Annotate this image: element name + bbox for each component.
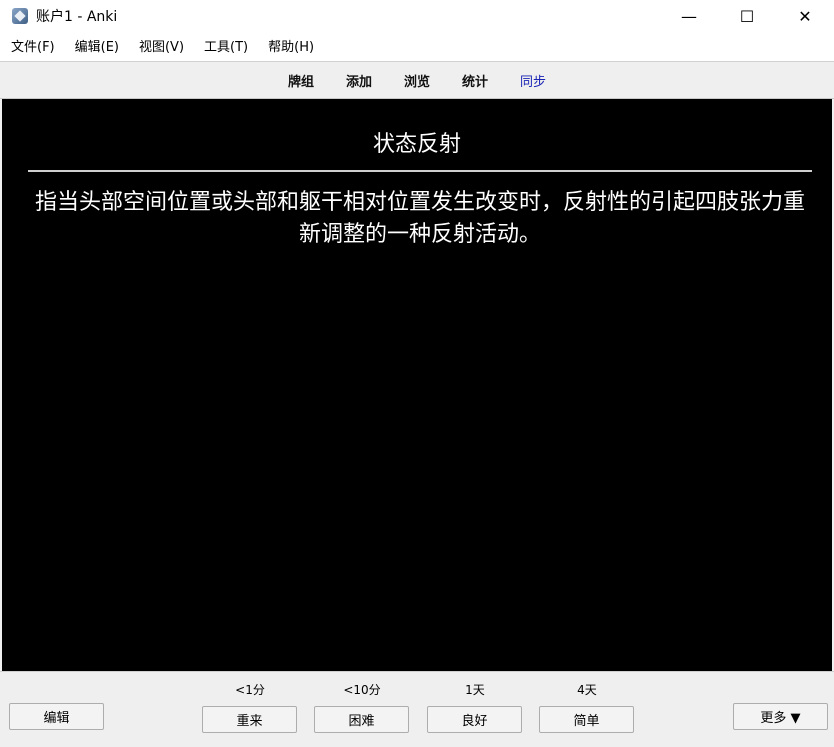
edit-card-button[interactable]: 编辑 <box>9 703 104 730</box>
good-interval: 1天 <box>465 683 485 697</box>
toolbar-stats-link[interactable]: 统计 <box>462 71 488 90</box>
title-bar: 账户1 - Anki — ☐ ✕ <box>0 0 834 32</box>
card-back-text: 指当头部空间位置或头部和躯干相对位置发生改变时，反射性的引起四肢张力重新调整的一… <box>34 190 805 247</box>
window-controls: — ☐ ✕ <box>660 0 834 32</box>
hard-button[interactable]: 困难 <box>314 706 409 733</box>
hard-interval: <10分 <box>343 683 381 697</box>
card-front-text: 状态反射 <box>372 132 461 157</box>
window-title: 账户1 - Anki <box>36 9 118 25</box>
good-button[interactable]: 良好 <box>427 706 522 733</box>
easy-button[interactable]: 简单 <box>539 706 634 733</box>
toolbar-add-link[interactable]: 添加 <box>346 71 372 90</box>
menu-help[interactable]: 帮助(H) <box>258 36 324 60</box>
again-button[interactable]: 重来 <box>202 706 297 733</box>
menu-file[interactable]: 文件(F) <box>0 36 65 60</box>
minimize-button[interactable]: — <box>660 0 718 32</box>
main-toolbar: 牌组 添加 浏览 统计 同步 <box>0 61 834 99</box>
toolbar-sync-link[interactable]: 同步 <box>520 71 546 90</box>
toolbar-browse-link[interactable]: 浏览 <box>404 71 430 90</box>
menu-bar: 文件(F) 编辑(E) 视图(V) 工具(T) 帮助(H) <box>0 36 834 60</box>
easy-interval: 4天 <box>577 683 597 697</box>
card-review-area: 状态反射 指当头部空间位置或头部和躯干相对位置发生改变时，反射性的引起四肢张力重… <box>0 99 834 671</box>
menu-edit[interactable]: 编辑(E) <box>65 36 129 60</box>
more-button[interactable]: 更多 ▼ <box>733 703 828 730</box>
maximize-button[interactable]: ☐ <box>718 0 776 32</box>
toolbar-decks-link[interactable]: 牌组 <box>288 71 314 90</box>
close-button[interactable]: ✕ <box>776 0 834 32</box>
again-interval: <1分 <box>235 683 265 697</box>
answer-divider <box>28 170 812 172</box>
answer-bar: 编辑 <1分 重来 <10分 困难 1天 良好 4天 简单 更多 ▼ <box>0 671 834 747</box>
menu-view[interactable]: 视图(V) <box>129 36 194 60</box>
anki-app-icon <box>12 8 28 24</box>
menu-tools[interactable]: 工具(T) <box>194 36 258 60</box>
